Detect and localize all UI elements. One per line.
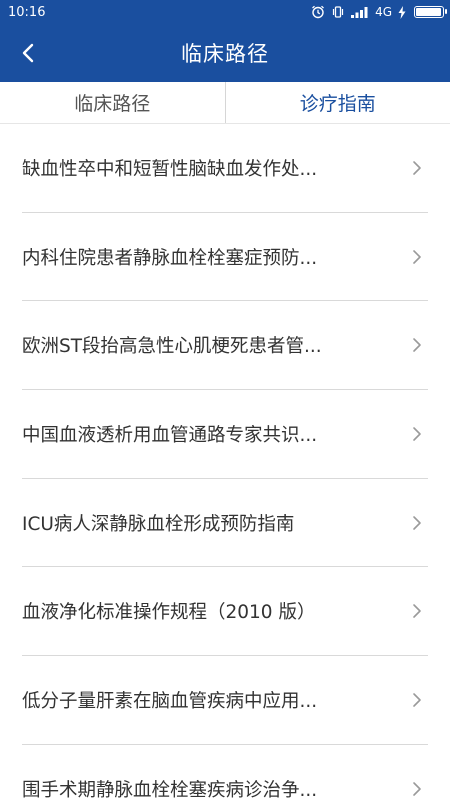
list-item[interactable]: 低分子量肝素在脑血管疾病中应用... (22, 656, 428, 745)
list-item-label: ICU病人深静脉血栓形成预防指南 (22, 513, 295, 535)
list-item-label: 中国血液透析用血管通路专家共识... (22, 424, 318, 446)
back-button[interactable] (8, 33, 48, 73)
list-item[interactable]: 缺血性卒中和短暂性脑缺血发作处... (22, 124, 428, 213)
list-item-label: 缺血性卒中和短暂性脑缺血发作处... (22, 158, 318, 180)
chevron-left-icon (22, 43, 34, 63)
chevron-right-icon (413, 604, 421, 619)
list-item[interactable]: 血液净化标准操作规程（2010 版） (22, 567, 428, 657)
alarm-icon (312, 5, 324, 19)
list-item-label: 血液净化标准操作规程（2010 版） (22, 602, 316, 624)
list-item-label: 围手术期静脉血栓栓塞疾病诊治争... (22, 779, 318, 800)
page-title: 临床路径 (181, 42, 269, 66)
list-item[interactable]: 中国血液透析用血管通路专家共识... (22, 390, 428, 479)
list-item[interactable]: 欧洲ST段抬高急性心肌梗死患者管... (22, 301, 428, 391)
status-bar: 10:16 4G (0, 0, 450, 24)
list-item[interactable]: 内科住院患者静脉血栓栓塞症预防... (22, 213, 428, 302)
chevron-right-icon (413, 515, 421, 530)
battery-level (416, 8, 441, 16)
tab-diagnosis-guide[interactable]: 诊疗指南 (226, 82, 450, 123)
list-item-label: 欧洲ST段抬高急性心肌梗死患者管... (22, 336, 322, 358)
status-icons: 4G (311, 5, 447, 19)
chevron-right-icon (413, 781, 421, 796)
list-item-label: 内科住院患者静脉血栓栓塞症预防... (22, 247, 318, 269)
list-item-label: 低分子量肝素在脑血管疾病中应用... (22, 690, 318, 712)
list-item[interactable]: 围手术期静脉血栓栓塞疾病诊治争... (22, 745, 428, 800)
title-bar: 临床路径 (0, 24, 450, 82)
chevron-right-icon (413, 338, 421, 353)
signal-icon (351, 7, 368, 18)
vibrate-icon (332, 6, 344, 18)
status-time: 10:16 (8, 4, 46, 20)
chevron-right-icon (413, 249, 421, 264)
guide-list: 缺血性卒中和短暂性脑缺血发作处... 内科住院患者静脉血栓栓塞症预防... 欧洲… (0, 124, 450, 800)
network-type: 4G (375, 5, 392, 19)
chevron-right-icon (413, 161, 421, 175)
list-item[interactable]: ICU病人深静脉血栓形成预防指南 (22, 479, 428, 568)
chevron-right-icon (413, 427, 421, 441)
battery-icon (414, 6, 447, 18)
charging-icon (398, 5, 406, 19)
tab-clinical-pathway[interactable]: 临床路径 (0, 82, 225, 123)
tab-bar: 临床路径 诊疗指南 (0, 82, 450, 124)
chevron-right-icon (413, 693, 421, 707)
